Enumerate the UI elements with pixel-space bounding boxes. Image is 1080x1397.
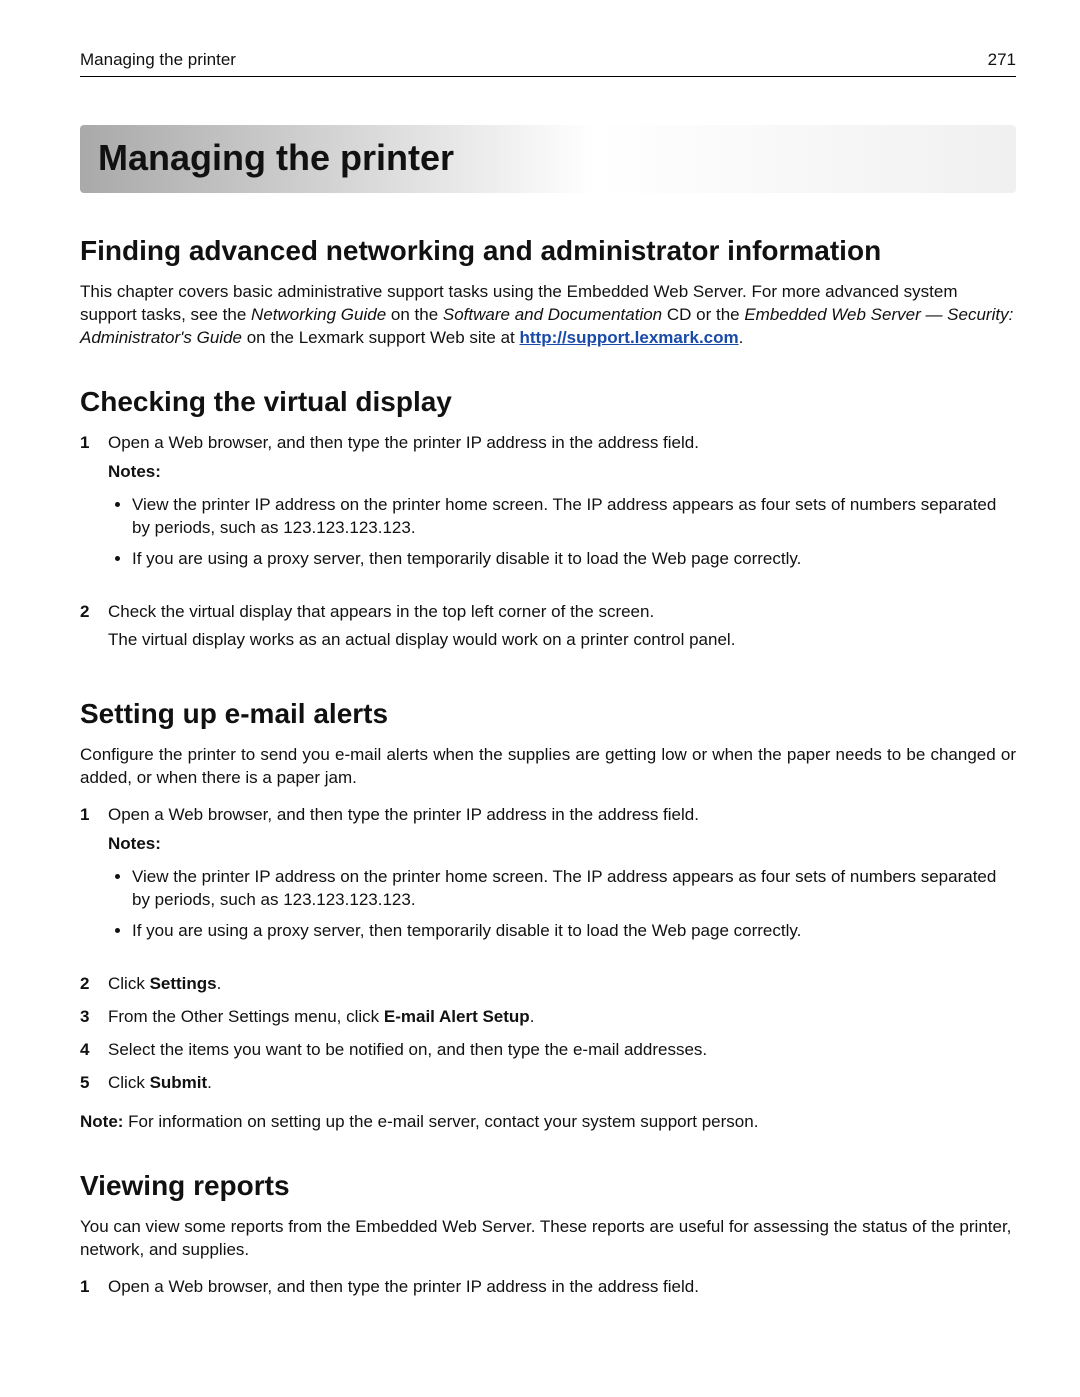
ui-label: Submit	[150, 1073, 208, 1092]
paragraph-reports-intro: You can view some reports from the Embed…	[80, 1216, 1016, 1262]
ui-label: E‑mail Alert Setup	[384, 1007, 530, 1026]
text: on the	[386, 305, 443, 324]
step-text: Open a Web browser, and then type the pr…	[108, 805, 699, 824]
steps-reports: Open a Web browser, and then type the pr…	[80, 1276, 1016, 1309]
step-item: From the Other Settings menu, click E‑ma…	[80, 1006, 1016, 1039]
steps-email: Open a Web browser, and then type the pr…	[80, 804, 1016, 1104]
page-number: 271	[988, 50, 1016, 70]
step-item: Click Submit.	[80, 1072, 1016, 1105]
notes-list: View the printer IP address on the print…	[108, 866, 1016, 951]
step-item: Open a Web browser, and then type the pr…	[80, 804, 1016, 973]
step-text: Check the virtual display that appears i…	[108, 602, 654, 621]
note-label: Note:	[80, 1112, 123, 1131]
note-item: View the printer IP address on the print…	[132, 494, 1016, 548]
notes-list: View the printer IP address on the print…	[108, 494, 1016, 579]
step-item: Select the items you want to be notified…	[80, 1039, 1016, 1072]
step-item: Click Settings.	[80, 973, 1016, 1006]
step-text: Click	[108, 1073, 150, 1092]
step-item: Open a Web browser, and then type the pr…	[80, 432, 1016, 601]
notes-label: Notes:	[108, 833, 1016, 856]
step-subtext: The virtual display works as an actual d…	[108, 629, 1016, 652]
note-item: If you are using a proxy server, then te…	[132, 920, 1016, 951]
paragraph-finding: This chapter covers basic administrative…	[80, 281, 1016, 350]
steps-checking: Open a Web browser, and then type the pr…	[80, 432, 1016, 663]
step-item: Open a Web browser, and then type the pr…	[80, 1276, 1016, 1309]
notes-label: Notes:	[108, 461, 1016, 484]
step-text: Open a Web browser, and then type the pr…	[108, 433, 699, 452]
step-text: .	[207, 1073, 212, 1092]
text: .	[739, 328, 744, 347]
ui-label: Settings	[150, 974, 217, 993]
step-text: Open a Web browser, and then type the pr…	[108, 1277, 699, 1296]
note-text: For information on setting up the e‑mail…	[123, 1112, 758, 1131]
chapter-title: Managing the printer	[80, 125, 1016, 193]
emphasis: Networking Guide	[251, 305, 386, 324]
running-header: Managing the printer 271	[80, 50, 1016, 77]
section-heading-checking: Checking the virtual display	[80, 386, 1016, 418]
note-item: View the printer IP address on the print…	[132, 866, 1016, 920]
step-text: From the Other Settings menu, click	[108, 1007, 384, 1026]
text: on the Lexmark support Web site at	[242, 328, 520, 347]
step-text: Select the items you want to be notified…	[108, 1040, 707, 1059]
emphasis: Software and Documentation	[443, 305, 662, 324]
section-heading-reports: Viewing reports	[80, 1170, 1016, 1202]
running-header-title: Managing the printer	[80, 50, 236, 70]
text: CD or the	[662, 305, 744, 324]
support-link[interactable]: http://support.lexmark.com	[519, 328, 738, 347]
section-heading-email: Setting up e‑mail alerts	[80, 698, 1016, 730]
page: Managing the printer 271 Managing the pr…	[0, 0, 1080, 1397]
step-item: Check the virtual display that appears i…	[80, 601, 1016, 663]
step-text: Click	[108, 974, 150, 993]
note-paragraph: Note: For information on setting up the …	[80, 1111, 1016, 1134]
note-item: If you are using a proxy server, then te…	[132, 548, 1016, 579]
paragraph-email-intro: Configure the printer to send you e‑mail…	[80, 744, 1016, 790]
step-text: .	[217, 974, 222, 993]
section-heading-finding: Finding advanced networking and administ…	[80, 235, 1016, 267]
step-text: .	[530, 1007, 535, 1026]
